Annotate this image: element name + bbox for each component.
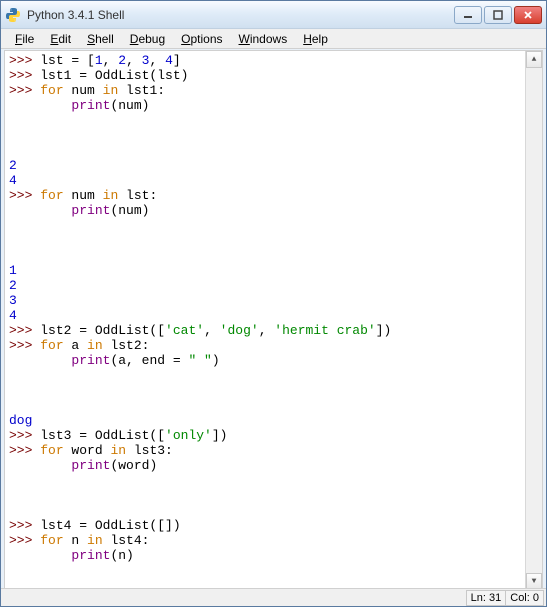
- content-area: >>> lst = [1, 2, 3, 4] >>> lst1 = OddLis…: [4, 50, 543, 591]
- titlebar[interactable]: Python 3.4.1 Shell: [1, 1, 546, 29]
- menu-help[interactable]: Help: [295, 31, 336, 47]
- maximize-button[interactable]: [484, 6, 512, 24]
- output: 4: [9, 308, 17, 323]
- scroll-up-button[interactable]: ▲: [526, 51, 542, 68]
- menu-options[interactable]: Options: [173, 31, 230, 47]
- blank: [9, 233, 521, 248]
- python-icon: [5, 7, 21, 23]
- output: 2: [9, 158, 17, 173]
- window-title: Python 3.4.1 Shell: [27, 8, 454, 22]
- status-col: Col: 0: [505, 590, 544, 606]
- shell-editor[interactable]: >>> lst = [1, 2, 3, 4] >>> lst1 = OddLis…: [5, 51, 525, 590]
- scroll-track[interactable]: [526, 68, 542, 573]
- menu-file[interactable]: File: [7, 31, 42, 47]
- vertical-scrollbar[interactable]: ▲ ▼: [525, 51, 542, 590]
- output: 1: [9, 263, 17, 278]
- menu-debug[interactable]: Debug: [122, 31, 173, 47]
- output: 3: [9, 293, 17, 308]
- menu-edit[interactable]: Edit: [42, 31, 79, 47]
- status-line: Ln: 31: [466, 590, 507, 606]
- menubar: File Edit Shell Debug Options Windows He…: [1, 29, 546, 49]
- blank: [9, 128, 521, 143]
- prompt: >>>: [9, 53, 40, 68]
- output: 2: [9, 278, 17, 293]
- menu-shell[interactable]: Shell: [79, 31, 122, 47]
- window-controls: [454, 6, 542, 24]
- statusbar: Ln: 31 Col: 0: [1, 588, 546, 606]
- output: dog: [9, 413, 32, 428]
- close-button[interactable]: [514, 6, 542, 24]
- minimize-button[interactable]: [454, 6, 482, 24]
- blank: [9, 488, 521, 503]
- blank: [9, 383, 521, 398]
- menu-windows[interactable]: Windows: [231, 31, 296, 47]
- output: 4: [9, 173, 17, 188]
